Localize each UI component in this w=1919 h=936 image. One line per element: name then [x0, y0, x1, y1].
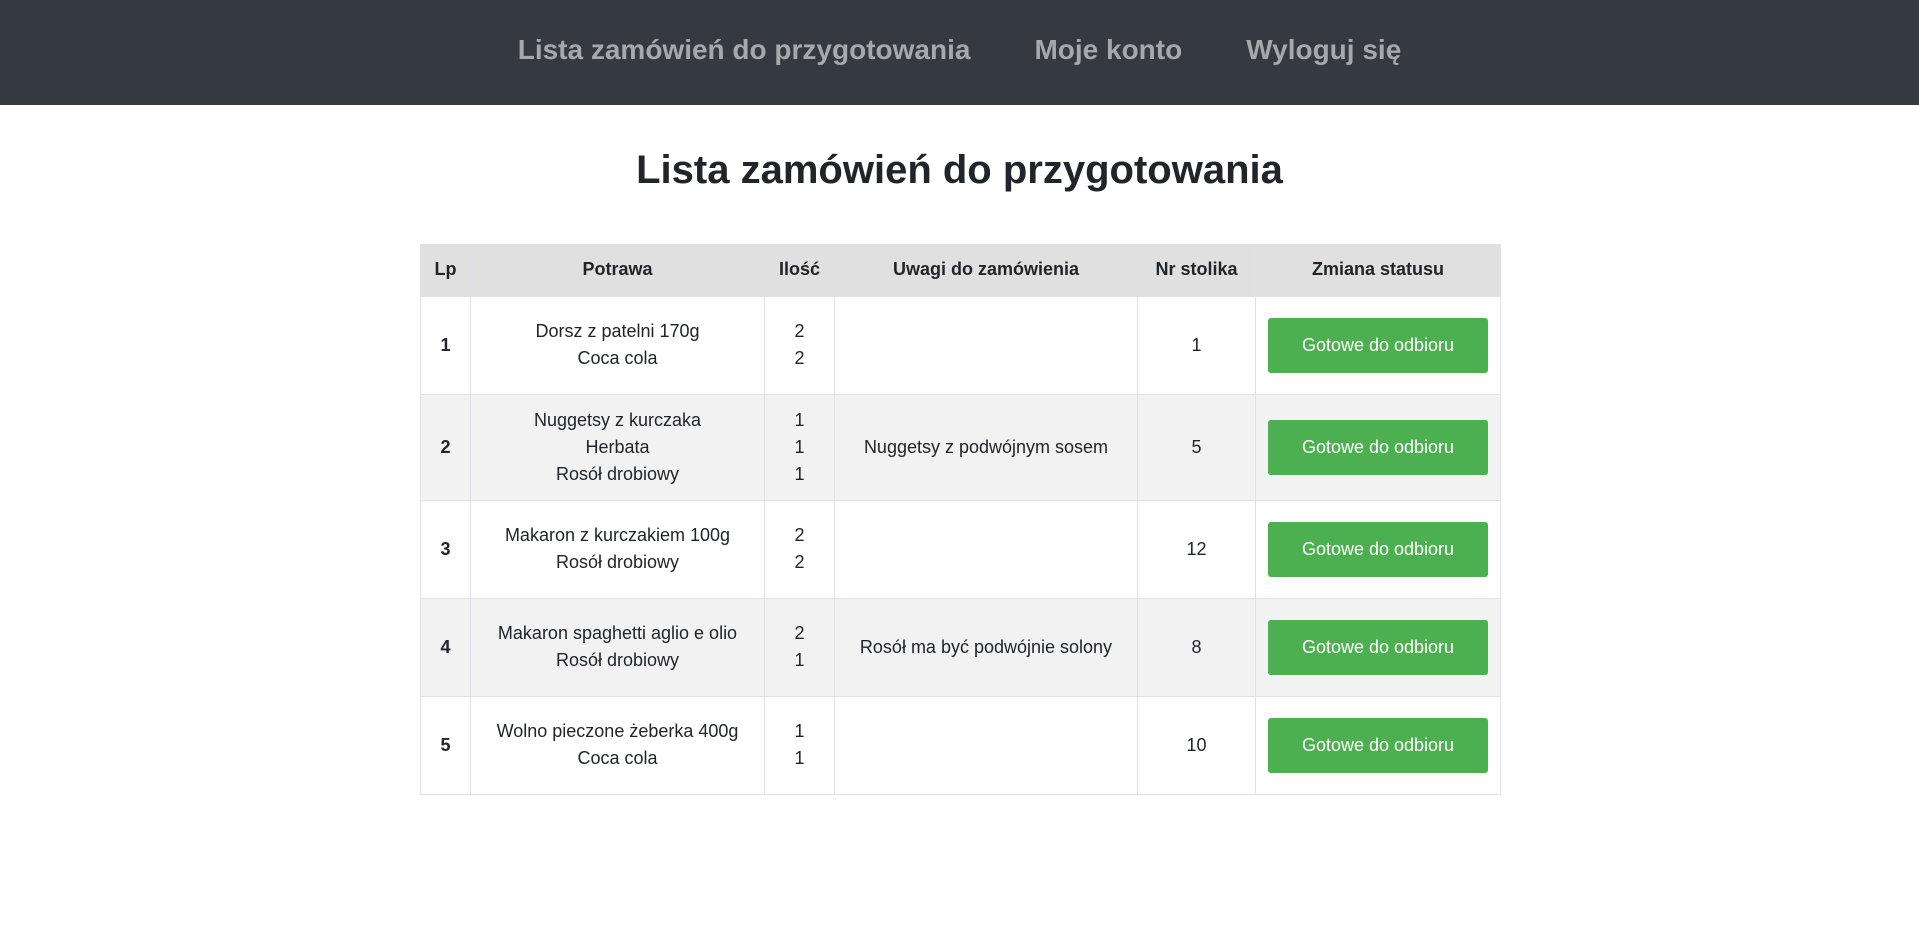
- qty-cell: 1 1: [764, 695, 835, 795]
- table-row: 1 Dorsz z patelni 170g Coca cola 2 2 1 G…: [420, 295, 1501, 395]
- lp-cell: 2: [420, 393, 471, 501]
- ready-for-pickup-button[interactable]: Gotowe do odbioru: [1268, 717, 1488, 773]
- header-row: Lp Potrawa Ilość Uwagi do zamówienia Nr …: [420, 244, 1501, 297]
- status-cell: Gotowe do odbioru: [1255, 393, 1501, 501]
- dish-cell: Makaron spaghetti aglio e olio Rosół dro…: [470, 597, 765, 697]
- lp-cell: 1: [420, 295, 471, 395]
- dish-cell: Makaron z kurczakiem 100g Rosół drobiowy: [470, 499, 765, 599]
- top-navbar: Lista zamówień do przygotowania Moje kon…: [0, 0, 1919, 105]
- qty-item: 2: [794, 552, 805, 572]
- qty-cell: 2 1: [764, 597, 835, 697]
- dish-item: Rosół drobiowy: [555, 650, 680, 670]
- qty-item: 1: [794, 748, 805, 768]
- table-no-cell: 8: [1137, 597, 1256, 697]
- dish-item: Herbata: [585, 436, 650, 457]
- ready-for-pickup-button[interactable]: Gotowe do odbioru: [1268, 317, 1488, 373]
- qty-item: 2: [794, 321, 805, 341]
- qty-item: 2: [794, 525, 805, 545]
- table-no-cell: 1: [1137, 295, 1256, 395]
- status-cell: Gotowe do odbioru: [1255, 597, 1501, 697]
- status-cell: Gotowe do odbioru: [1255, 695, 1501, 795]
- orders-table-body: 1 Dorsz z patelni 170g Coca cola 2 2 1 G…: [420, 295, 1501, 795]
- notes-cell: [834, 695, 1138, 795]
- dish-item: Coca cola: [577, 348, 658, 368]
- table-row: 2 Nuggetsy z kurczaka Herbata Rosół drob…: [420, 393, 1501, 501]
- header-table-no: Nr stolika: [1137, 244, 1256, 297]
- header-dish: Potrawa: [470, 244, 765, 297]
- dish-item: Makaron spaghetti aglio e olio: [497, 623, 738, 643]
- status-cell: Gotowe do odbioru: [1255, 499, 1501, 599]
- qty-item: 1: [794, 650, 805, 670]
- notes-cell: [834, 499, 1138, 599]
- header-notes: Uwagi do zamówienia: [834, 244, 1138, 297]
- nav-orders-link[interactable]: Lista zamówień do przygotowania: [518, 35, 971, 70]
- qty-item: 1: [794, 721, 805, 741]
- dish-cell: Wolno pieczone żeberka 400g Coca cola: [470, 695, 765, 795]
- orders-table: Lp Potrawa Ilość Uwagi do zamówienia Nr …: [420, 244, 1501, 795]
- lp-cell: 5: [420, 695, 471, 795]
- dish-item: Wolno pieczone żeberka 400g: [496, 721, 739, 741]
- table-no-cell: 10: [1137, 695, 1256, 795]
- qty-cell: 2 2: [764, 295, 835, 395]
- dish-item: Rosół drobiowy: [555, 552, 680, 572]
- dish-cell: Nuggetsy z kurczaka Herbata Rosół drobio…: [470, 393, 765, 501]
- table-row: 4 Makaron spaghetti aglio e olio Rosół d…: [420, 597, 1501, 697]
- notes-cell: Rosół ma być podwójnie solony: [834, 597, 1138, 697]
- dish-item: Coca cola: [577, 748, 658, 768]
- header-status: Zmiana statusu: [1255, 244, 1501, 297]
- status-cell: Gotowe do odbioru: [1255, 295, 1501, 395]
- dish-item: Makaron z kurczakiem 100g: [504, 525, 731, 545]
- table-no-cell: 12: [1137, 499, 1256, 599]
- page-title: Lista zamówień do przygotowania: [636, 148, 1283, 192]
- qty-cell: 2 2: [764, 499, 835, 599]
- qty-cell: 1 1 1: [764, 393, 835, 501]
- qty-item: 2: [794, 623, 805, 643]
- orders-table-header: Lp Potrawa Ilość Uwagi do zamówienia Nr …: [420, 244, 1501, 297]
- table-no-cell: 5: [1137, 393, 1256, 501]
- qty-item: 1: [794, 409, 805, 430]
- ready-for-pickup-button[interactable]: Gotowe do odbioru: [1268, 419, 1488, 475]
- dish-item: Rosół drobiowy: [555, 463, 680, 484]
- dish-cell: Dorsz z patelni 170g Coca cola: [470, 295, 765, 395]
- lp-cell: 4: [420, 597, 471, 697]
- dish-item: Nuggetsy z kurczaka: [533, 409, 702, 430]
- nav-logout-link[interactable]: Wyloguj się: [1246, 35, 1401, 70]
- header-lp: Lp: [420, 244, 471, 297]
- notes-cell: [834, 295, 1138, 395]
- nav-my-account-link[interactable]: Moje konto: [1034, 35, 1182, 70]
- table-row: 3 Makaron z kurczakiem 100g Rosół drobio…: [420, 499, 1501, 599]
- header-qty: Ilość: [764, 244, 835, 297]
- qty-item: 1: [794, 463, 805, 484]
- qty-item: 1: [794, 436, 805, 457]
- lp-cell: 3: [420, 499, 471, 599]
- dish-item: Dorsz z patelni 170g: [535, 321, 700, 341]
- ready-for-pickup-button[interactable]: Gotowe do odbioru: [1268, 619, 1488, 675]
- ready-for-pickup-button[interactable]: Gotowe do odbioru: [1268, 521, 1488, 577]
- orders-table-container: Lp Potrawa Ilość Uwagi do zamówienia Nr …: [420, 244, 1501, 795]
- notes-cell: Nuggetsy z podwójnym sosem: [834, 393, 1138, 501]
- qty-item: 2: [794, 348, 805, 368]
- table-row: 5 Wolno pieczone żeberka 400g Coca cola …: [420, 695, 1501, 795]
